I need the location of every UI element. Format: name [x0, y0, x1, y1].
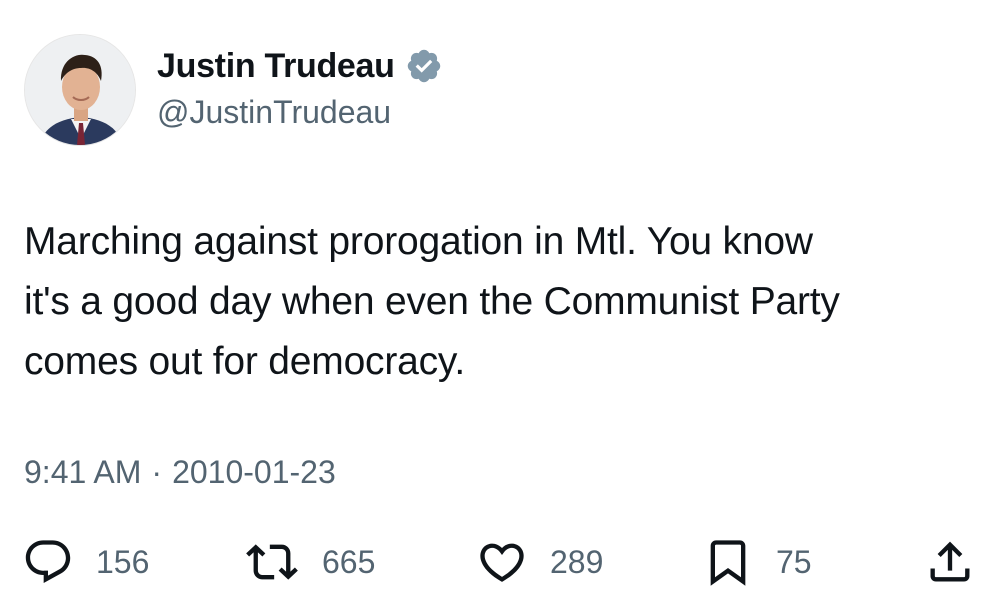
retweet-arrows-icon	[244, 536, 300, 588]
tweet-date: 2010-01-23	[172, 454, 336, 490]
tweet-text-line: it's a good day when even the Communist …	[24, 280, 840, 323]
tweet-time: 9:41 AM	[24, 454, 142, 490]
tweet-text-line: comes out for democracy.	[24, 340, 465, 383]
heart-icon	[476, 536, 528, 588]
tweet-action-bar: 156 665 289 75	[22, 534, 978, 590]
meta-separator: ·	[151, 454, 163, 490]
tweet-text-line: Marching against prorogation in Mtl. You…	[24, 220, 813, 263]
author-handle[interactable]: @JustinTrudeau	[157, 94, 391, 131]
avatar-photo	[25, 35, 135, 145]
reply-button[interactable]: 156	[22, 534, 149, 590]
bookmark-count: 75	[776, 543, 812, 580]
tweet-text: Marching against prorogation in Mtl. You…	[24, 212, 974, 392]
author-display-name[interactable]: Justin Trudeau	[157, 47, 395, 86]
tweet-timestamp[interactable]: 9:41 AM · 2010-01-23	[24, 454, 336, 491]
share-button[interactable]	[924, 534, 976, 590]
reply-count: 156	[96, 543, 150, 580]
like-count: 289	[550, 543, 604, 580]
retweet-count: 665	[322, 543, 376, 580]
author-name-row: Justin Trudeau	[157, 44, 443, 88]
bookmark-icon	[702, 536, 754, 588]
speech-bubble-icon	[22, 536, 74, 588]
avatar[interactable]	[24, 34, 136, 146]
share-upload-icon	[924, 536, 976, 588]
like-button[interactable]: 289	[476, 534, 603, 590]
tweet-card: Justin Trudeau @JustinTrudeau Marching a…	[0, 0, 1000, 614]
verified-badge-icon	[405, 47, 443, 85]
bookmark-button[interactable]: 75	[702, 534, 812, 590]
retweet-button[interactable]: 665	[244, 534, 375, 590]
